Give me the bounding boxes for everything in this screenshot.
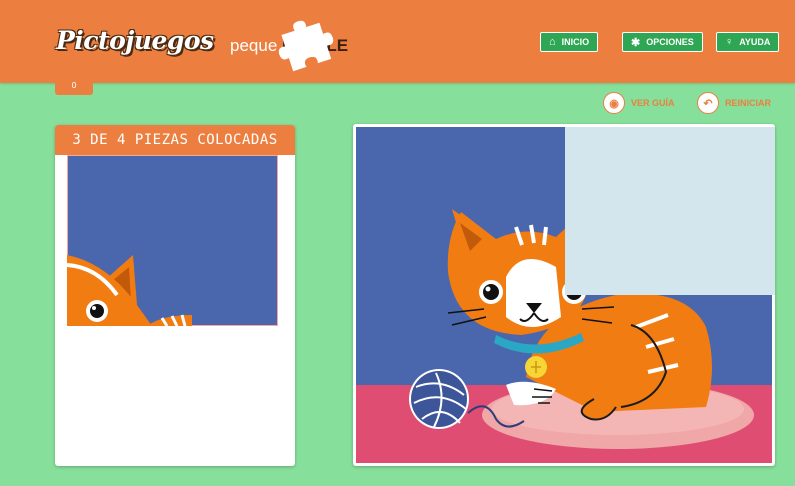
undo-icon: ↶ (697, 92, 719, 114)
remaining-puzzle-piece[interactable] (67, 155, 278, 326)
inicio-button[interactable]: ⌂ INICIO (540, 32, 599, 52)
pictojuegos-logo[interactable]: Pictojuegos (56, 26, 214, 55)
puzzle-board[interactable] (353, 124, 775, 466)
opciones-label: OPCIONES (646, 37, 694, 47)
ver-guia-label: VER GUÍA (631, 98, 675, 108)
opciones-button[interactable]: ✱ OPCIONES (622, 32, 703, 52)
inicio-label: INICIO (561, 37, 590, 47)
reiniciar-label: REINICIAR (725, 98, 772, 108)
eye-icon: ◉ (603, 92, 625, 114)
home-icon: ⌂ (549, 36, 556, 48)
puzzle-piece-icon (278, 20, 334, 72)
reiniciar-button[interactable]: ↶ REINICIAR (697, 92, 771, 114)
ayuda-label: AYUDA (739, 37, 771, 47)
lightbulb-icon: ♀ (725, 36, 734, 48)
pieces-panel-title: 3 DE 4 PIEZAS COLOCADAS (55, 125, 295, 155)
header-bar: Pictojuegos peque PUZZLE ⌂ INICIO ✱ OPCI… (0, 0, 795, 83)
empty-piece-slot[interactable] (565, 127, 775, 295)
pieces-panel: 3 DE 4 PIEZAS COLOCADAS (55, 125, 295, 466)
menu-tab[interactable]: 0 (55, 82, 93, 95)
sub-logo-prefix: peque (230, 36, 278, 55)
ayuda-button[interactable]: ♀ AYUDA (716, 32, 780, 52)
gear-icon: ✱ (631, 36, 641, 49)
ver-guia-button[interactable]: ◉ VER GUÍA (603, 92, 675, 114)
